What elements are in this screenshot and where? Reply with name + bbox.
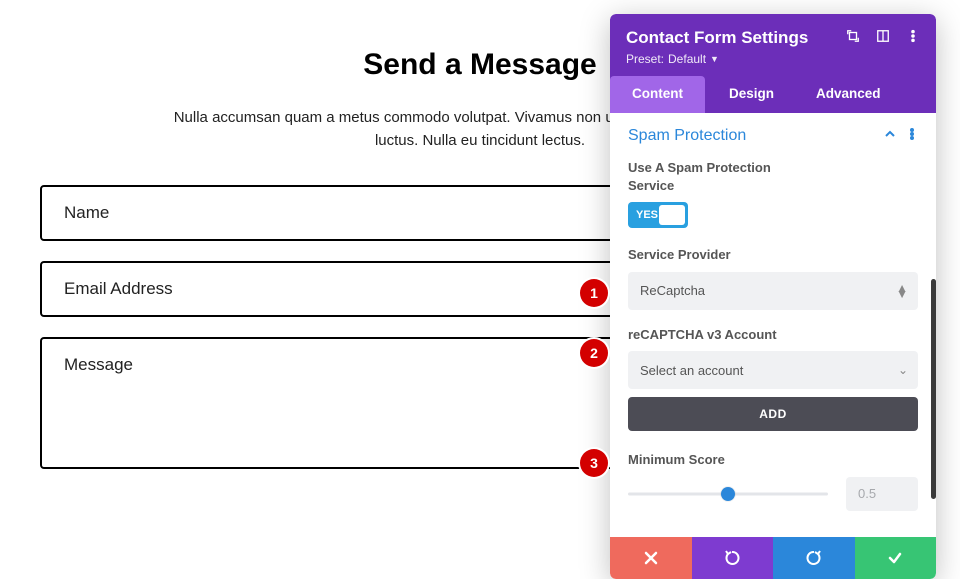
close-icon — [643, 550, 659, 566]
scrollbar[interactable] — [931, 279, 936, 499]
expand-icon[interactable] — [846, 29, 860, 48]
confirm-button[interactable] — [855, 537, 937, 579]
chevron-down-icon: ⌄ — [898, 363, 908, 377]
message-field-placeholder: Message — [64, 355, 133, 374]
responsive-icon[interactable] — [876, 29, 890, 48]
panel-tabs: Content Design Advanced — [610, 76, 936, 113]
undo-icon — [724, 550, 740, 566]
tab-design[interactable]: Design — [705, 76, 798, 113]
step-badge-3: 3 — [580, 449, 608, 477]
slider-thumb[interactable] — [721, 487, 735, 501]
provider-value: ReCaptcha — [640, 283, 705, 298]
settings-panel: Contact Form Settings Preset: Default ▼ … — [610, 14, 936, 579]
provider-label: Service Provider — [628, 246, 918, 264]
use-spam-label: Use A Spam Protection Service — [628, 159, 788, 194]
tab-advanced[interactable]: Advanced — [798, 76, 899, 113]
preset-value: Default — [668, 52, 706, 66]
undo-button[interactable] — [692, 537, 774, 579]
tab-content[interactable]: Content — [610, 76, 705, 113]
account-select[interactable]: Select an account ⌄ — [628, 351, 918, 389]
provider-select[interactable]: ReCaptcha ▲▼ — [628, 272, 918, 310]
use-spam-toggle[interactable]: YES — [628, 202, 688, 228]
score-input[interactable]: 0.5 — [846, 477, 918, 511]
section-more-icon[interactable] — [906, 127, 918, 145]
panel-title: Contact Form Settings — [626, 28, 846, 48]
updown-icon: ▲▼ — [896, 285, 908, 297]
email-field-placeholder: Email Address — [64, 279, 173, 298]
panel-header: Contact Form Settings Preset: Default ▼ — [610, 14, 936, 76]
add-button[interactable]: ADD — [628, 397, 918, 431]
action-bar — [610, 537, 936, 579]
caret-down-icon: ▼ — [710, 54, 719, 64]
redo-button[interactable] — [773, 537, 855, 579]
more-icon[interactable] — [906, 29, 920, 48]
collapse-icon[interactable] — [884, 127, 896, 145]
step-badge-2: 2 — [580, 339, 608, 367]
toggle-knob — [659, 205, 685, 225]
section-title[interactable]: Spam Protection — [628, 127, 884, 145]
score-label: Minimum Score — [628, 451, 918, 469]
step-badge-1: 1 — [580, 279, 608, 307]
redo-icon — [806, 550, 822, 566]
cancel-button[interactable] — [610, 537, 692, 579]
account-value: Select an account — [640, 363, 743, 378]
preset-label: Preset: — [626, 52, 664, 66]
toggle-text: YES — [636, 209, 658, 221]
account-label: reCAPTCHA v3 Account — [628, 326, 918, 344]
score-slider[interactable] — [628, 484, 828, 504]
check-icon — [887, 550, 903, 566]
name-field-placeholder: Name — [64, 203, 109, 222]
preset-selector[interactable]: Preset: Default ▼ — [626, 52, 920, 66]
